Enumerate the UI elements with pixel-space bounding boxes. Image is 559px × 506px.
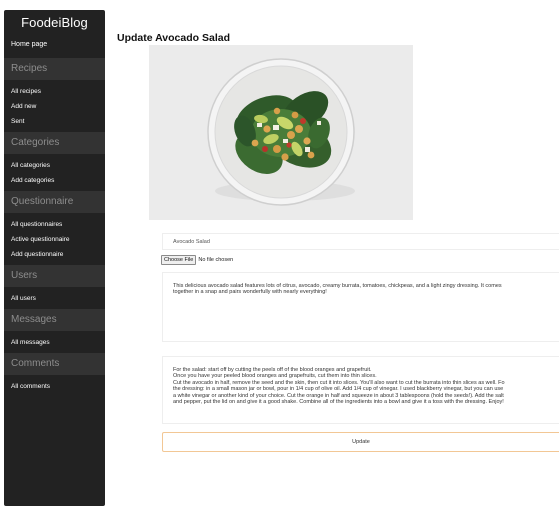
file-status: No file chosen xyxy=(198,257,234,263)
choose-file-button[interactable]: Choose File xyxy=(161,255,197,265)
section-header-messages: Messages xyxy=(4,309,105,331)
sidebar-item-sent[interactable]: Sent xyxy=(4,117,105,132)
sidebar-item-home[interactable]: Home page xyxy=(4,32,105,58)
description-textarea[interactable]: This delicious avocado salad features lo… xyxy=(162,272,559,342)
recipe-image xyxy=(149,45,413,220)
sidebar-item-add-questionnaire[interactable]: Add questionnaire xyxy=(4,250,105,265)
instructions-line: the dressing: in a small mason jar or bo… xyxy=(173,386,504,393)
sidebar-item-add-categories[interactable]: Add categories xyxy=(4,176,105,191)
sidebar-item-all-messages[interactable]: All messages xyxy=(4,338,105,353)
section-header-recipes: Recipes xyxy=(4,58,105,80)
sidebar-item-add-new[interactable]: Add new xyxy=(4,102,105,117)
sidebar-item-all-questionnaires[interactable]: All questionnaires xyxy=(4,220,105,235)
section-header-questionnaire: Questionnaire xyxy=(4,191,105,213)
instructions-textarea[interactable]: For the salad: start off by cutting the … xyxy=(162,356,559,424)
section-header-comments: Comments xyxy=(4,353,105,375)
file-upload: Choose File No file chosen xyxy=(161,255,233,265)
page-title: Update Avocado Salad xyxy=(117,32,230,44)
salad-bowl-illustration xyxy=(149,45,413,220)
sidebar-item-all-categories[interactable]: All categories xyxy=(4,161,105,176)
recipe-name-input[interactable] xyxy=(162,233,559,250)
section-header-categories: Categories xyxy=(4,132,105,154)
brand-logo[interactable]: FoodeiBlog xyxy=(4,10,105,32)
update-button[interactable]: Update xyxy=(162,432,559,452)
sidebar-item-all-recipes[interactable]: All recipes xyxy=(4,87,105,102)
sidebar: FoodeiBlog Home page Recipes All recipes… xyxy=(4,10,105,506)
sidebar-item-active-questionnaire[interactable]: Active questionnaire xyxy=(4,235,105,250)
sidebar-item-all-users[interactable]: All users xyxy=(4,294,105,309)
instructions-line: and pepper, put the lid on and give it a… xyxy=(173,399,504,406)
sidebar-item-all-comments[interactable]: All comments xyxy=(4,382,105,397)
section-header-users: Users xyxy=(4,265,105,287)
